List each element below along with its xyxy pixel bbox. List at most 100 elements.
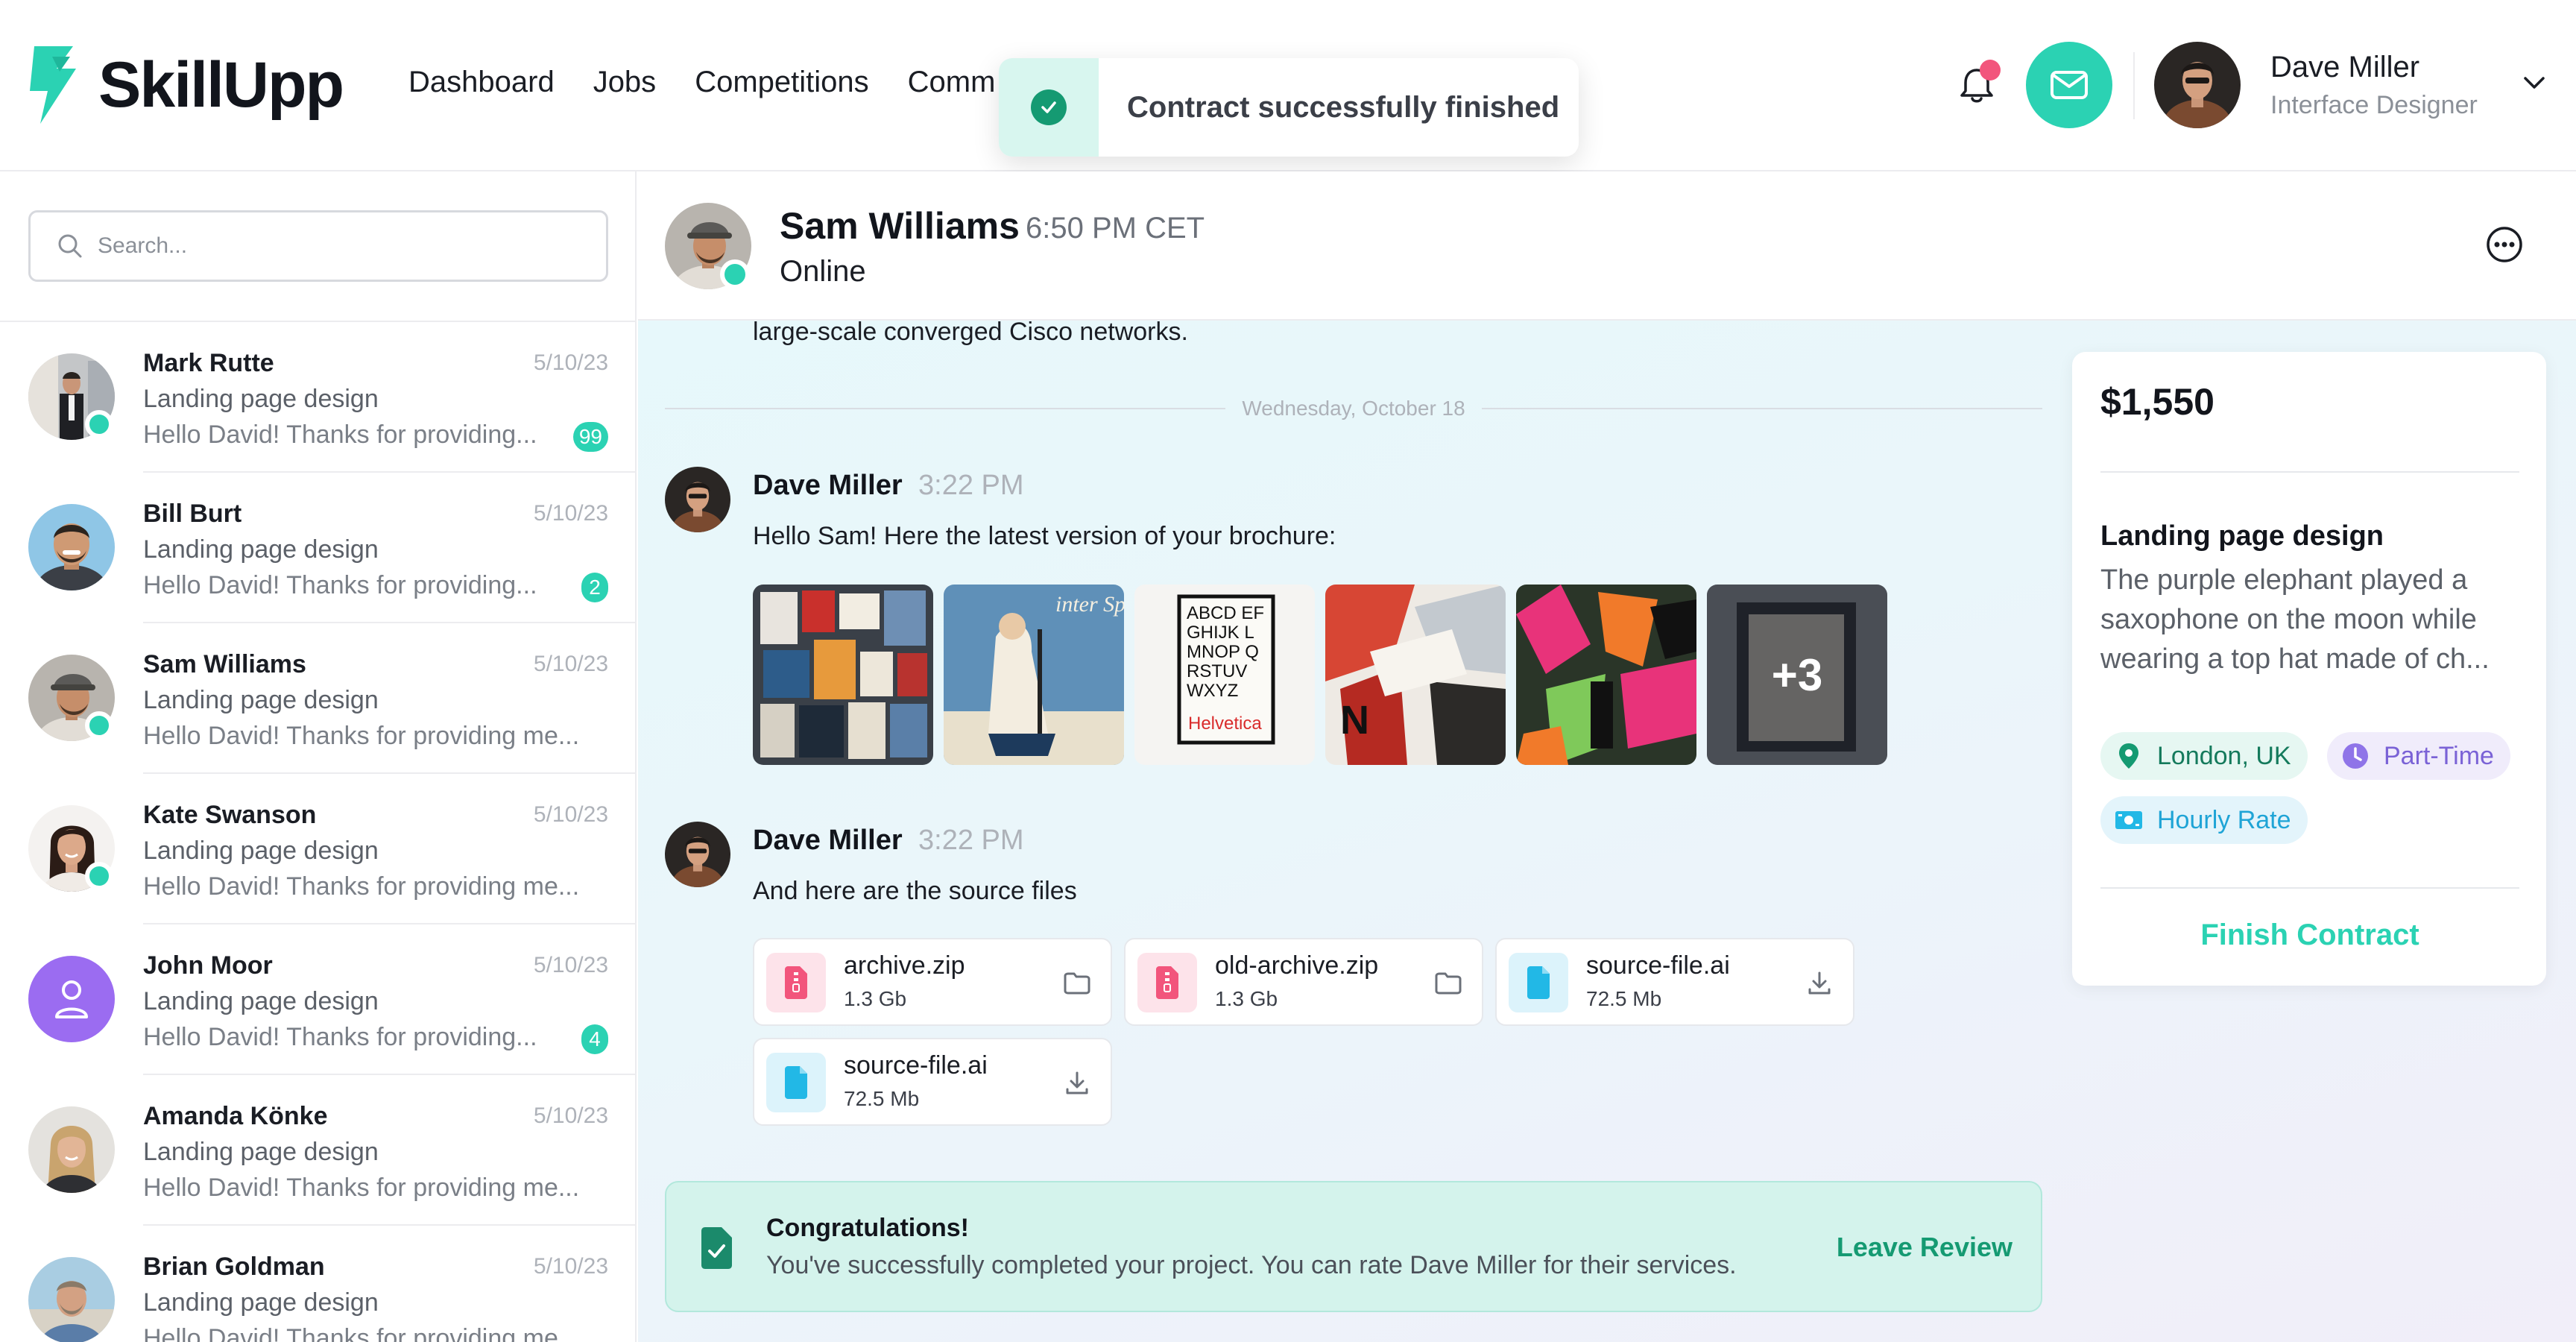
avatar (28, 504, 115, 590)
job-type-tag: Part-Time (2327, 732, 2510, 780)
rate-type-tag: Hourly Rate (2100, 796, 2308, 844)
banner-title: Congratulations! (766, 1214, 969, 1242)
folder-icon[interactable] (1434, 969, 1462, 998)
image-thumbnail[interactable] (753, 585, 933, 765)
contract-description: The purple elephant played a saxophone o… (2100, 564, 2490, 675)
zip-file-icon (766, 953, 826, 1012)
conversation-date: 5/10/23 (533, 802, 608, 827)
conversation-item[interactable]: John Moor 5/10/23 Landing page design He… (0, 924, 635, 1075)
message-avatar[interactable] (665, 467, 730, 532)
conversation-date: 5/10/23 (533, 953, 608, 977)
card-divider (2100, 471, 2519, 473)
conversation-name: Mark Rutte (143, 349, 274, 377)
image-thumbnail[interactable]: inter Sports (944, 585, 1124, 765)
banner-text: You've successfully completed your proje… (766, 1251, 1737, 1279)
document-file-icon (1509, 953, 1568, 1012)
conversation-item[interactable]: Amanda Könke 5/10/23 Landing page design… (0, 1075, 635, 1226)
conversation-item[interactable]: Sam Williams 5/10/23 Landing page design… (0, 623, 635, 774)
file-attachment[interactable]: source-file.ai 72.5 Mb (1495, 938, 1854, 1026)
thumbnail-text-line: ABCD EFGHIJK LMNOP QRSTUV WXYZ (1187, 604, 1265, 701)
conversation-name: John Moor (143, 951, 273, 980)
message-author: Dave Miller (753, 825, 903, 856)
avatar (28, 956, 115, 1042)
unread-badge: 4 (581, 1024, 608, 1054)
more-options-icon[interactable] (2485, 225, 2524, 264)
conversation-preview: Hello David! Thanks for providing me... (143, 872, 580, 901)
conversation-preview: Hello David! Thanks for providing me... (143, 1324, 580, 1342)
user-name[interactable]: Dave Miller (2270, 51, 2419, 84)
skillupp-logo-icon (30, 46, 76, 124)
conversation-subject: Landing page design (143, 987, 379, 1015)
top-bar: SkillUpp Dashboard Jobs Competitions Com… (0, 0, 2576, 171)
leave-review-button[interactable]: Leave Review (1837, 1232, 2012, 1263)
conversation-date: 5/10/23 (533, 350, 608, 375)
search-box[interactable]: Search... (28, 210, 608, 282)
money-icon (2115, 811, 2142, 829)
contract-title: Landing page design (2100, 520, 2384, 552)
chevron-down-icon[interactable] (2519, 72, 2549, 94)
search-input[interactable]: Search... (98, 233, 187, 259)
header-divider (2133, 52, 2135, 119)
download-icon[interactable] (1805, 969, 1834, 998)
image-thumbnail[interactable]: ABCD EFGHIJK LMNOP QRSTUV WXYZ Helvetica (1134, 585, 1315, 765)
conversation-name: Kate Swanson (143, 801, 317, 829)
user-role: Interface Designer (2270, 91, 2478, 119)
file-attachment[interactable]: old-archive.zip 1.3 Gb (1124, 938, 1483, 1026)
conversation-item[interactable]: Brian Goldman 5/10/23 Landing page desig… (0, 1226, 635, 1342)
brand-logo[interactable]: SkillUpp (27, 46, 344, 124)
nav-jobs[interactable]: Jobs (593, 66, 657, 99)
thumbnail-text-line: inter Sports (1055, 592, 1124, 617)
more-images-overlay[interactable]: +3 (1707, 585, 1887, 765)
conversation-date: 5/10/23 (533, 652, 608, 676)
online-indicator (85, 862, 113, 890)
file-name: source-file.ai (844, 1051, 988, 1080)
nav-community[interactable]: Comm (908, 66, 996, 99)
main-nav: Dashboard Jobs Competitions Comm (408, 66, 995, 99)
success-toast: Contract successfully finished (999, 58, 1579, 157)
clock-icon (2343, 743, 2368, 769)
conversation-preview: Hello David! Thanks for providing... (143, 1023, 537, 1051)
image-thumbnail[interactable]: +3 (1707, 585, 1887, 765)
contact-status: Online (780, 255, 866, 288)
messages-button[interactable] (2026, 42, 2112, 128)
conversation-item[interactable]: Kate Swanson 5/10/23 Landing page design… (0, 774, 635, 924)
file-attachment[interactable]: source-file.ai 72.5 Mb (753, 1038, 1112, 1126)
conversation-item[interactable]: Bill Burt 5/10/23 Landing page design He… (0, 473, 635, 623)
brand-name: SkillUpp (98, 48, 344, 121)
message-text: And here are the source files (753, 877, 1077, 905)
message-text: Hello Sam! Here the latest version of yo… (753, 522, 1336, 550)
file-size: 1.3 Gb (844, 987, 907, 1010)
job-type-tag-label: Part-Time (2384, 741, 2494, 770)
chat-panel: Sam Williams 6:50 PM CET Online large-sc… (638, 171, 2576, 1342)
day-separator-line (1481, 408, 2043, 409)
message-avatar[interactable] (665, 822, 730, 887)
check-circle-icon (1031, 89, 1067, 125)
contract-card: $1,550 Landing page design The purple el… (2072, 352, 2546, 986)
file-name: old-archive.zip (1215, 951, 1379, 980)
conversation-name: Brian Goldman (143, 1253, 325, 1281)
message-time: 3:22 PM (918, 470, 1024, 501)
conversation-preview: Hello David! Thanks for providing me... (143, 1174, 580, 1202)
file-name: source-file.ai (1586, 951, 1730, 980)
image-thumbnail[interactable] (1516, 585, 1696, 765)
conversation-subject: Landing page design (143, 535, 379, 564)
conversation-subject: Landing page design (143, 1138, 379, 1166)
day-separator: Wednesday, October 18 (665, 395, 2043, 422)
svg-text:N: N (1340, 698, 1369, 743)
image-thumbnail[interactable]: N (1325, 585, 1506, 765)
toast-icon-area (999, 58, 1099, 157)
map-pin-icon (2119, 743, 2138, 769)
folder-icon[interactable] (1063, 969, 1091, 998)
nav-dashboard[interactable]: Dashboard (408, 66, 555, 99)
download-icon[interactable] (1063, 1069, 1091, 1097)
avatar (28, 1257, 115, 1342)
conversation-item[interactable]: Mark Rutte 5/10/23 Landing page design H… (0, 322, 635, 473)
document-file-icon (766, 1053, 826, 1112)
file-attachment[interactable]: archive.zip 1.3 Gb (753, 938, 1112, 1026)
previous-message-text: large-scale converged Cisco networks. (753, 318, 1188, 346)
rate-type-tag-label: Hourly Rate (2157, 805, 2291, 834)
nav-competitions[interactable]: Competitions (695, 66, 868, 99)
finish-contract-button[interactable]: Finish Contract (2100, 919, 2519, 952)
online-indicator (85, 410, 113, 438)
user-avatar[interactable] (2154, 42, 2241, 128)
